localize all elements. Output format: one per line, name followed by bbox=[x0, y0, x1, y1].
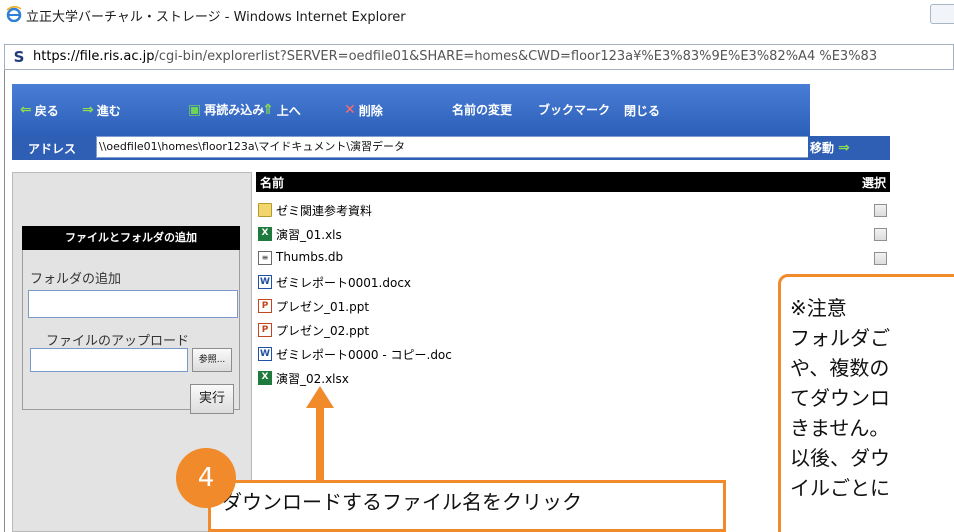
close-button[interactable]: 閉じる bbox=[624, 84, 660, 136]
note-line: きません。 bbox=[790, 416, 890, 440]
file-name-link[interactable]: ゼミレポート0001.docx bbox=[276, 274, 411, 291]
file-name-link[interactable]: Thumbs.db bbox=[276, 250, 343, 264]
add-files-header: ファイルとフォルダの追加 bbox=[22, 226, 240, 250]
powerpoint-icon: P bbox=[258, 299, 272, 313]
explorer-toolbar: ⇐ 戻る ⇒ 進む ▣ 再読み込み ⇑ 上へ ✕ 削除 名前の変更 ブックマーク… bbox=[12, 84, 810, 136]
file-name-link[interactable]: ゼミ関連参考資料 bbox=[276, 202, 372, 219]
rename-label: 名前の変更 bbox=[452, 103, 513, 117]
back-button[interactable]: ⇐ 戻る bbox=[20, 84, 59, 136]
window-control-button[interactable] bbox=[930, 4, 954, 24]
window-title: 立正大学バーチャル・ストレージ - Windows Internet Explo… bbox=[26, 10, 406, 25]
window-title-bar: 立正大学バーチャル・ストレージ - Windows Internet Explo… bbox=[0, 0, 954, 44]
file-select-checkbox[interactable] bbox=[874, 228, 887, 241]
arrow-left-icon: ⇐ bbox=[20, 102, 32, 118]
callout-arrow-icon bbox=[306, 386, 334, 482]
url-path: /cgi-bin/explorerlist?SERVER=oedfile01&S… bbox=[154, 49, 878, 64]
excel-icon: X bbox=[258, 227, 272, 241]
word-icon: W bbox=[258, 275, 272, 289]
name-column-header[interactable]: 名前 bbox=[260, 174, 284, 191]
address-label: アドレス bbox=[28, 142, 77, 156]
upload-file-input[interactable] bbox=[30, 348, 188, 372]
note-line: 以後、ダウ bbox=[790, 446, 890, 470]
note-line: イルごとに bbox=[790, 476, 890, 500]
forward-label: 進む bbox=[96, 103, 121, 118]
bookmark-button[interactable]: ブックマーク bbox=[538, 84, 611, 136]
step-number-badge: 4 bbox=[176, 448, 236, 508]
word-icon: W bbox=[258, 347, 272, 361]
note-line: や、複数の bbox=[790, 356, 890, 380]
file-name-link[interactable]: 演習_02.xlsx bbox=[276, 370, 349, 387]
url-text[interactable]: https://file.ris.ac.jp/cgi-bin/explorerl… bbox=[33, 49, 877, 64]
file-select-checkbox[interactable] bbox=[874, 204, 887, 217]
goto-button[interactable]: 移動 ⇒ bbox=[808, 136, 890, 160]
delete-x-icon: ✕ bbox=[344, 102, 356, 118]
delete-button[interactable]: ✕ 削除 bbox=[344, 84, 383, 136]
run-button[interactable]: 実行 bbox=[190, 384, 234, 414]
file-name-link[interactable]: 演習_01.xls bbox=[276, 226, 342, 243]
address-row: アドレス \\oedfile01\homes\floor123a\マイドキュメン… bbox=[12, 136, 818, 160]
rename-button[interactable]: 名前の変更 bbox=[452, 84, 513, 136]
instruction-text: ダウンロードするファイル名をクリック bbox=[222, 490, 582, 514]
delete-label: 削除 bbox=[358, 103, 383, 118]
url-bar[interactable]: S https://file.ris.ac.jp/cgi-bin/explore… bbox=[4, 44, 954, 70]
site-s-icon: S bbox=[13, 48, 25, 66]
arrow-right-icon: ⇒ bbox=[838, 140, 850, 156]
file-list-header: 名前 選択 bbox=[256, 172, 890, 192]
close-label: 閉じる bbox=[624, 103, 661, 118]
reload-label: 再読み込み bbox=[204, 103, 265, 117]
arrow-up-icon: ⇑ bbox=[262, 102, 274, 118]
browse-button[interactable]: 参照... bbox=[192, 348, 232, 372]
file-row: ≡ Thumbs.db bbox=[258, 248, 890, 270]
file-name-link[interactable]: ゼミレポート0000 - コピー.doc bbox=[276, 346, 452, 363]
file-row: X 演習_01.xls bbox=[258, 224, 890, 246]
goto-label: 移動 bbox=[810, 141, 835, 155]
file-name-link[interactable]: プレゼン_02.ppt bbox=[276, 322, 369, 339]
reload-button[interactable]: ▣ 再読み込み bbox=[188, 84, 265, 136]
back-label: 戻る bbox=[34, 103, 59, 118]
folder-name-input[interactable] bbox=[28, 290, 238, 318]
file-row: ゼミ関連参考資料 bbox=[258, 200, 890, 222]
internet-explorer-icon bbox=[6, 6, 22, 22]
up-label: 上へ bbox=[276, 103, 301, 118]
address-input[interactable]: \\oedfile01\homes\floor123a\マイドキュメント\演習デ… bbox=[96, 136, 818, 158]
add-folder-label: フォルダの追加 bbox=[30, 272, 122, 287]
select-column-header: 選択 bbox=[861, 176, 886, 190]
db-file-icon: ≡ bbox=[258, 251, 272, 265]
powerpoint-icon: P bbox=[258, 323, 272, 337]
note-line: フォルダご bbox=[790, 326, 890, 350]
bookmark-label: ブックマーク bbox=[538, 103, 611, 117]
file-select-checkbox[interactable] bbox=[874, 252, 887, 265]
arrow-right-icon: ⇒ bbox=[82, 102, 94, 118]
folder-icon bbox=[258, 203, 272, 217]
note-line: てダウンロ bbox=[790, 386, 890, 410]
file-name-link[interactable]: プレゼン_01.ppt bbox=[276, 298, 369, 315]
reload-icon: ▣ bbox=[188, 102, 202, 118]
note-line: ※注意 bbox=[790, 296, 847, 320]
up-button[interactable]: ⇑ 上へ bbox=[262, 84, 301, 136]
excel-icon: X bbox=[258, 371, 272, 385]
upload-label: ファイルのアップロード bbox=[46, 334, 190, 349]
url-host: https://file.ris.ac.jp bbox=[33, 49, 155, 64]
forward-button[interactable]: ⇒ 進む bbox=[82, 84, 121, 136]
